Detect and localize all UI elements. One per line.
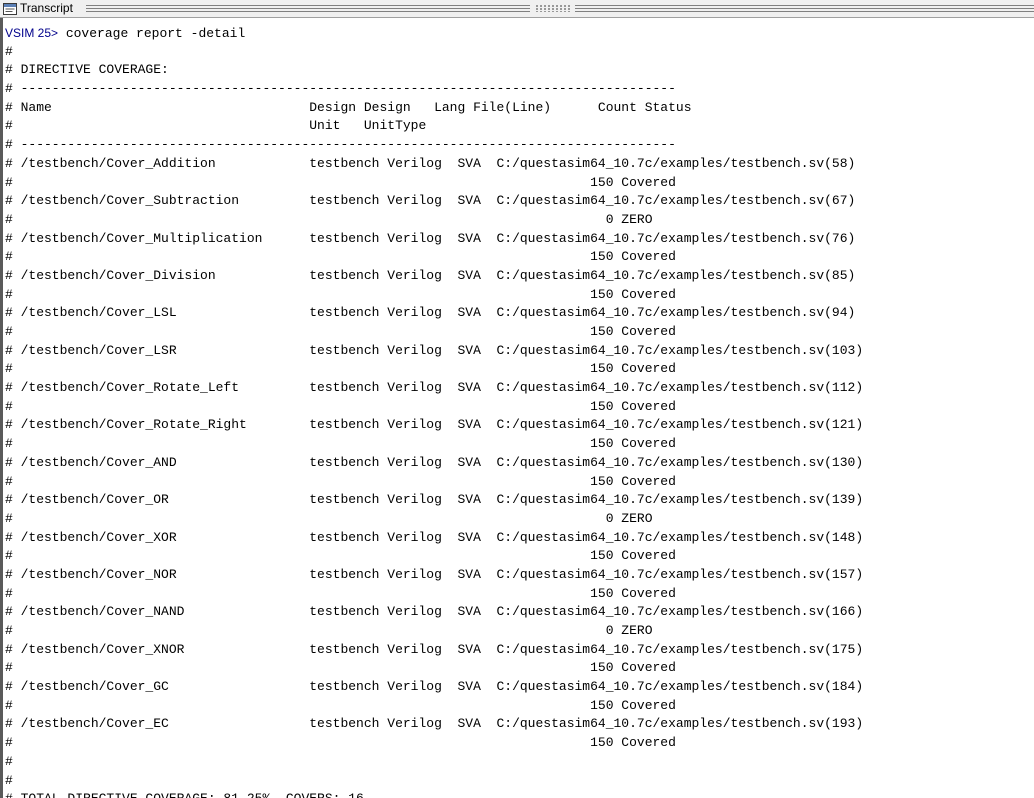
transcript-pane[interactable]: VSIM 25> coverage report -detail # # DIREC… bbox=[0, 18, 1034, 798]
transcript-line: # 0 ZERO bbox=[5, 211, 653, 227]
transcript-line: # DIRECTIVE COVERAGE: bbox=[5, 62, 169, 78]
transcript-line: # 150 Covered bbox=[5, 361, 676, 377]
prompt: VSIM 25> bbox=[5, 26, 59, 40]
transcript-line: # 150 Covered bbox=[5, 548, 676, 564]
transcript-line: # /testbench/Cover_XNOR testbench Verilo… bbox=[5, 641, 864, 657]
transcript-line: # /testbench/Cover_Division testbench Ve… bbox=[5, 267, 856, 283]
transcript-line: # /testbench/Cover_LSR testbench Verilog… bbox=[5, 342, 864, 358]
transcript-line: # TOTAL DIRECTIVE COVERAGE: 81.25% COVER… bbox=[5, 790, 1034, 798]
transcript-line: # 150 Covered bbox=[5, 436, 676, 452]
undock-handle[interactable] bbox=[536, 5, 570, 12]
transcript-line: # /testbench/Cover_Rotate_Right testbenc… bbox=[5, 417, 864, 433]
transcript-line: # --------------------------------------… bbox=[5, 137, 676, 153]
transcript-line: # /testbench/Cover_NOR testbench Verilog… bbox=[5, 566, 864, 582]
transcript-line: # /testbench/Cover_XOR testbench Verilog… bbox=[5, 529, 864, 545]
transcript-line: # 150 Covered bbox=[5, 660, 676, 676]
titlebar-grip-right bbox=[575, 5, 1034, 12]
transcript-line: # 150 Covered bbox=[5, 585, 676, 601]
window-titlebar[interactable]: Transcript bbox=[0, 0, 1034, 18]
transcript-line: # /testbench/Cover_OR testbench Verilog … bbox=[5, 492, 864, 508]
transcript-line: # 0 ZERO bbox=[5, 510, 653, 526]
transcript-line: # 150 Covered bbox=[5, 398, 676, 414]
transcript-line: # /testbench/Cover_Addition testbench Ve… bbox=[5, 155, 856, 171]
transcript-window: Transcript VSIM 25> coverage report -det… bbox=[0, 0, 1034, 798]
transcript-line: # /testbench/Cover_GC testbench Verilog … bbox=[5, 679, 864, 695]
transcript-line: # /testbench/Cover_NAND testbench Verilo… bbox=[5, 604, 864, 620]
transcript-output[interactable]: VSIM 25> coverage report -detail # # DIREC… bbox=[3, 18, 1034, 798]
command-text: coverage report -detail bbox=[58, 26, 246, 41]
transcript-line: # /testbench/Cover_Rotate_Left testbench… bbox=[5, 380, 864, 396]
transcript-line: # Unit UnitType bbox=[5, 118, 427, 134]
transcript-line: # 150 Covered bbox=[5, 473, 676, 489]
transcript-line: # /testbench/Cover_Subtraction testbench… bbox=[5, 193, 856, 209]
titlebar-grip-left bbox=[86, 5, 530, 12]
command-line: VSIM 25> coverage report -detail bbox=[5, 24, 1034, 43]
transcript-line: # /testbench/Cover_LSL testbench Verilog… bbox=[5, 305, 856, 321]
transcript-line: # bbox=[5, 753, 13, 769]
transcript-lines: # # DIRECTIVE COVERAGE: # ----------------… bbox=[5, 43, 1034, 798]
transcript-line: # /testbench/Cover_AND testbench Verilog… bbox=[5, 454, 864, 470]
transcript-line: # 150 Covered bbox=[5, 286, 676, 302]
transcript-window-icon bbox=[3, 3, 17, 15]
transcript-line: # 150 Covered bbox=[5, 174, 676, 190]
transcript-line: # /testbench/Cover_Multiplication testbe… bbox=[5, 230, 856, 246]
transcript-line: # /testbench/Cover_EC testbench Verilog … bbox=[5, 716, 864, 732]
transcript-line: # 150 Covered bbox=[5, 735, 676, 751]
transcript-line: # --------------------------------------… bbox=[5, 81, 676, 97]
transcript-line: # 150 Covered bbox=[5, 324, 676, 339]
transcript-line: # Name Design Design Lang File(Line) Cou… bbox=[5, 99, 692, 115]
transcript-line: # bbox=[5, 772, 13, 788]
transcript-line: # 150 Covered bbox=[5, 697, 676, 713]
transcript-line: # 0 ZERO bbox=[5, 623, 653, 638]
window-title: Transcript bbox=[20, 1, 73, 15]
transcript-line: # 150 Covered bbox=[5, 249, 676, 265]
transcript-line: # bbox=[5, 43, 13, 59]
